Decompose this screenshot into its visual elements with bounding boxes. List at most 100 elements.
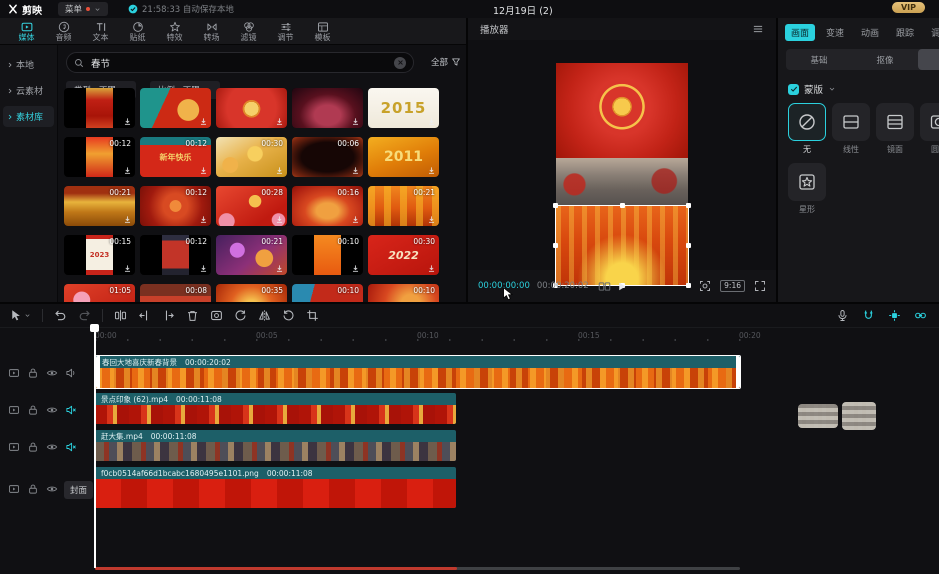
split-view-icon[interactable] — [598, 280, 611, 293]
delete-left-button[interactable] — [138, 309, 151, 322]
material-thumbnail[interactable] — [216, 88, 287, 128]
selection-handle[interactable] — [686, 243, 691, 248]
download-icon[interactable] — [275, 166, 284, 175]
redo-button[interactable] — [78, 309, 91, 322]
sidebar-item-本地[interactable]: 本地 — [3, 54, 54, 75]
download-icon[interactable] — [351, 264, 360, 273]
material-thumbnail[interactable]: 202200:30 — [368, 235, 439, 275]
fit-to-canvas-button[interactable] — [699, 280, 711, 292]
material-thumbnail[interactable]: 01:05 — [64, 284, 135, 302]
delete-button[interactable] — [186, 309, 199, 322]
mask-checkbox[interactable] — [788, 84, 799, 95]
mask-option-线性[interactable]: 线性 — [832, 103, 870, 155]
material-thumbnail[interactable]: 2011 — [368, 137, 439, 177]
material-thumbnail[interactable]: 00:12 — [140, 186, 211, 226]
reverse-button[interactable] — [234, 309, 247, 322]
video-preview[interactable] — [556, 63, 688, 285]
mask-option-圆形[interactable]: 圆形 — [920, 103, 939, 155]
material-thumbnail[interactable]: 00:21 — [368, 186, 439, 226]
material-thumbnail[interactable]: 00:16 — [292, 186, 363, 226]
material-thumbnail[interactable]: 00:10 — [292, 235, 363, 275]
download-icon[interactable] — [123, 117, 132, 126]
mute-track-icon-active[interactable] — [65, 441, 77, 453]
lock-track-icon[interactable] — [27, 441, 39, 453]
media-tab-特效[interactable]: 特效 — [156, 21, 193, 42]
subtab-基础[interactable]: 基础 — [786, 49, 852, 70]
selection-handle[interactable] — [553, 243, 558, 248]
sidebar-item-云素材[interactable]: 云素材 — [3, 80, 54, 101]
hide-track-icon[interactable] — [46, 404, 58, 416]
media-tab-滤镜[interactable]: 滤镜 — [230, 21, 267, 42]
download-icon[interactable] — [199, 264, 208, 273]
download-icon[interactable] — [123, 215, 132, 224]
media-tab-模板[interactable]: 模板 — [304, 21, 341, 42]
lock-track-icon[interactable] — [27, 404, 39, 416]
download-icon[interactable] — [351, 215, 360, 224]
material-thumbnail[interactable]: 00:08 — [140, 284, 211, 302]
snap-toggle[interactable] — [888, 309, 901, 322]
delete-right-button[interactable] — [162, 309, 175, 322]
download-icon[interactable] — [427, 264, 436, 273]
split-button[interactable] — [114, 309, 127, 322]
selection-handle[interactable] — [686, 203, 691, 208]
mute-track-icon-active[interactable] — [65, 404, 77, 416]
search-box[interactable] — [66, 52, 414, 73]
material-thumbnail[interactable]: 2015 — [368, 88, 439, 128]
download-icon[interactable] — [427, 215, 436, 224]
clear-search-button[interactable] — [394, 57, 406, 69]
timeline-clip[interactable]: f0cb0514af66d1bcabc1680495e1101.png 00:0… — [95, 467, 456, 508]
select-tool-button[interactable] — [9, 309, 31, 322]
material-thumbnail[interactable] — [292, 88, 363, 128]
timeline-ruler[interactable]: 00:0000:0500:1000:1500:20 — [0, 328, 939, 344]
material-thumbnail[interactable]: 00:12 — [140, 235, 211, 275]
download-icon[interactable] — [351, 166, 360, 175]
playhead-handle[interactable] — [90, 324, 99, 332]
selection-handle[interactable] — [553, 203, 558, 208]
crop-button[interactable] — [306, 309, 319, 322]
undo-button[interactable] — [54, 309, 67, 322]
track-type-icon[interactable] — [8, 367, 20, 379]
download-icon[interactable] — [123, 166, 132, 175]
media-tab-文本[interactable]: 文本 — [82, 21, 119, 42]
track-type-icon[interactable] — [8, 404, 20, 416]
download-icon[interactable] — [123, 264, 132, 273]
download-icon[interactable] — [427, 117, 436, 126]
download-icon[interactable] — [275, 117, 284, 126]
timeline-scrollbar-segment[interactable] — [95, 567, 457, 570]
all-filter-button[interactable]: 全部 — [431, 56, 461, 68]
subtab-蒙版[interactable]: 蒙版 — [918, 49, 939, 70]
sidebar-item-素材库[interactable]: 素材库 — [3, 106, 54, 127]
subtab-抠像[interactable]: 抠像 — [852, 49, 918, 70]
clip-trim-handle-left[interactable] — [96, 356, 100, 388]
timeline-clip[interactable]: 赶大集.mp4 00:00:11:08 — [95, 430, 456, 461]
material-thumbnail[interactable]: 00:21 — [216, 235, 287, 275]
lock-track-icon[interactable] — [27, 367, 39, 379]
timeline-clip-main[interactable]: 春回大地喜庆新春背景 00:00:20:02 — [95, 355, 741, 389]
freeze-button[interactable] — [210, 309, 223, 322]
download-icon[interactable] — [199, 117, 208, 126]
material-thumbnail[interactable]: 00:35 — [216, 284, 287, 302]
media-tab-调节[interactable]: 调节 — [267, 21, 304, 42]
fullscreen-button[interactable] — [754, 280, 766, 292]
magnet-toggle[interactable] — [862, 309, 875, 322]
material-thumbnail[interactable]: 00:21 — [64, 186, 135, 226]
rotate-button[interactable] — [282, 309, 295, 322]
material-thumbnail[interactable]: 00:06 — [292, 137, 363, 177]
material-thumbnail[interactable] — [64, 88, 135, 128]
selection-handle[interactable] — [620, 203, 625, 208]
media-tab-转场[interactable]: 转场 — [193, 21, 230, 42]
download-icon[interactable] — [275, 215, 284, 224]
download-icon[interactable] — [351, 117, 360, 126]
track-type-icon[interactable] — [8, 483, 20, 495]
mirror-button[interactable] — [258, 309, 271, 322]
material-thumbnail[interactable]: 新年快乐00:12 — [140, 137, 211, 177]
hide-track-icon[interactable] — [46, 441, 58, 453]
media-tab-贴纸[interactable]: 贴纸 — [119, 21, 156, 42]
media-tab-音频[interactable]: 音频 — [45, 21, 82, 42]
menu-button[interactable]: 菜单 — [58, 2, 108, 16]
download-icon[interactable] — [199, 166, 208, 175]
media-tab-媒体[interactable]: 媒体 — [8, 21, 45, 42]
cover-button[interactable]: 封面 — [64, 481, 93, 499]
playhead[interactable] — [94, 324, 96, 568]
track-type-icon[interactable] — [8, 441, 20, 453]
